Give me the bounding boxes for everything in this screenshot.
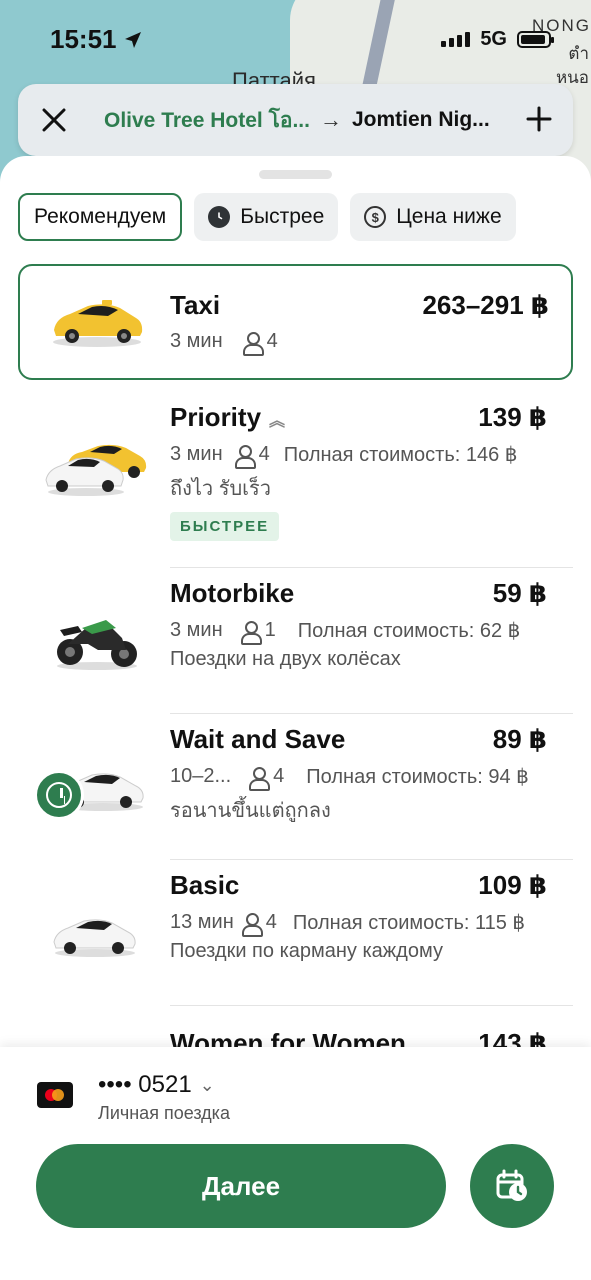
- route-bar[interactable]: Olive Tree Hotel โอ... → Jomtien Nig...: [18, 84, 573, 156]
- ride-name-text: Priority: [170, 402, 262, 432]
- motorbike-icon: [57, 620, 137, 670]
- checkout-bar: •••• 0521 ⌄ Личная поездка Далее: [0, 1047, 591, 1280]
- ride-price: 139 ฿: [478, 402, 547, 432]
- ride-meta: 3 мин 4 Полная стоимость: 146 ฿: [170, 442, 518, 469]
- ride-option-priority[interactable]: Priority ︽ 139 ฿ 3 мин 4 Полная стоимость…: [0, 392, 591, 568]
- filter-recommended-label: Рекомендуем: [34, 205, 167, 228]
- ride-option-basic[interactable]: Basic 109 ฿ 13 мин 4 Полная стоимость: 1…: [0, 860, 591, 1006]
- status-indicators: 5G: [441, 28, 554, 51]
- trip-type: Личная поездка: [98, 1103, 230, 1123]
- faster-badge: БЫСТРЕЕ: [170, 512, 280, 541]
- filter-chips: Рекомендуем Быстрее $ Цена ниже: [18, 193, 516, 241]
- ride-option-wait-and-save[interactable]: Wait and Save 89 ฿ 10–2... 4 Полная стои…: [0, 714, 591, 860]
- ride-name: Wait and Save: [170, 724, 346, 754]
- ride-description: รอนานขึ้นแต่ถูกลง: [170, 800, 331, 822]
- calendar-clock-icon: [496, 1169, 527, 1201]
- ride-seats: 4: [265, 911, 277, 933]
- ride-meta: 10–2... 4 Полная стоимость: 94 ฿: [170, 764, 529, 791]
- dollar-icon: $: [364, 206, 387, 228]
- clock-icon: [34, 770, 84, 820]
- route-to[interactable]: Jomtien Nig...: [352, 108, 490, 132]
- ride-full-price: Полная стоимость: 62 ฿: [297, 620, 521, 642]
- ride-eta: 13 мин: [170, 911, 234, 933]
- person-icon: [234, 444, 256, 469]
- schedule-ride-button[interactable]: [470, 1144, 554, 1228]
- person-icon: [242, 331, 264, 356]
- white-car-icon: [53, 919, 136, 957]
- person-icon: [241, 912, 263, 937]
- ride-seats: 1: [264, 619, 276, 641]
- network-label: 5G: [480, 28, 507, 50]
- sheet-grabber[interactable]: [259, 170, 332, 179]
- ride-price: 109 ฿: [478, 870, 547, 900]
- location-arrow-icon: [124, 31, 141, 48]
- signal-icon: [441, 32, 471, 47]
- plus-icon[interactable]: [519, 99, 559, 141]
- two-cars-icon: [45, 444, 147, 496]
- payment-method-selector[interactable]: •••• 0521 ⌄: [98, 1071, 215, 1099]
- ride-meta: 3 мин 4: [170, 330, 278, 356]
- ride-full-price: Полная стоимость: 146 ฿: [283, 444, 518, 466]
- battery-icon: [517, 31, 554, 48]
- clock-icon: [208, 206, 231, 228]
- ride-description: ถึงไว รับเร็ว: [170, 478, 271, 500]
- filter-faster[interactable]: Быстрее: [194, 193, 339, 241]
- yellow-taxi-icon: [53, 300, 143, 347]
- route-from[interactable]: Olive Tree Hotel โอ...: [104, 104, 310, 137]
- ride-price: 263–291 ฿: [422, 290, 549, 320]
- ride-eta: 3 мин: [170, 619, 223, 641]
- ride-full-price: Полная стоимость: 94 ฿: [306, 766, 529, 788]
- close-icon[interactable]: [32, 98, 76, 142]
- route-arrow-icon: →: [319, 107, 342, 132]
- ride-meta: 13 мин 4 Полная стоимость: 115 ฿: [170, 910, 526, 937]
- ride-price: 59 ฿: [492, 578, 547, 608]
- filter-cheaper[interactable]: $ Цена ниже: [350, 193, 516, 241]
- ride-option-motorbike[interactable]: Motorbike 59 ฿ 3 мин 1 Полная стоимость:…: [0, 568, 591, 714]
- ride-option-taxi[interactable]: Taxi 263–291 ฿ 3 мин 4: [18, 264, 573, 380]
- ride-name: Motorbike: [170, 578, 295, 608]
- status-time: 15:51: [50, 24, 143, 55]
- ride-price: 89 ฿: [492, 724, 547, 754]
- ride-meta: 3 мин 1 Полная стоимость: 62 ฿: [170, 618, 521, 645]
- filter-recommended[interactable]: Рекомендуем: [18, 193, 183, 241]
- mastercard-icon: [37, 1082, 73, 1108]
- ride-name: Taxi: [170, 290, 221, 320]
- ride-name: Basic: [170, 870, 240, 900]
- next-button[interactable]: Далее: [36, 1144, 446, 1228]
- ride-eta: 3 мин: [170, 330, 223, 352]
- card-number: •••• 0521: [98, 1071, 192, 1098]
- ride-seats: 4: [266, 330, 278, 352]
- ride-description: Поездки по карману каждому: [170, 940, 443, 962]
- ride-eta: 10–2...: [170, 765, 232, 787]
- filter-cheaper-label: Цена ниже: [396, 205, 502, 228]
- person-icon: [249, 766, 271, 791]
- map-label-th1: ตำ: [568, 44, 589, 63]
- ride-seats: 4: [258, 443, 270, 465]
- priority-chevrons-icon: ︽: [269, 413, 286, 431]
- person-icon: [240, 620, 262, 645]
- chevron-down-icon: ⌄: [199, 1074, 215, 1095]
- ride-seats: 4: [273, 765, 285, 787]
- ride-description: Поездки на двух колёсах: [170, 648, 401, 670]
- ride-name: Priority ︽: [170, 402, 285, 433]
- ride-eta: 3 мин: [170, 443, 223, 465]
- ride-full-price: Полная стоимость: 115 ฿: [292, 912, 526, 934]
- status-time-text: 15:51: [50, 24, 117, 54]
- filter-faster-label: Быстрее: [240, 205, 325, 228]
